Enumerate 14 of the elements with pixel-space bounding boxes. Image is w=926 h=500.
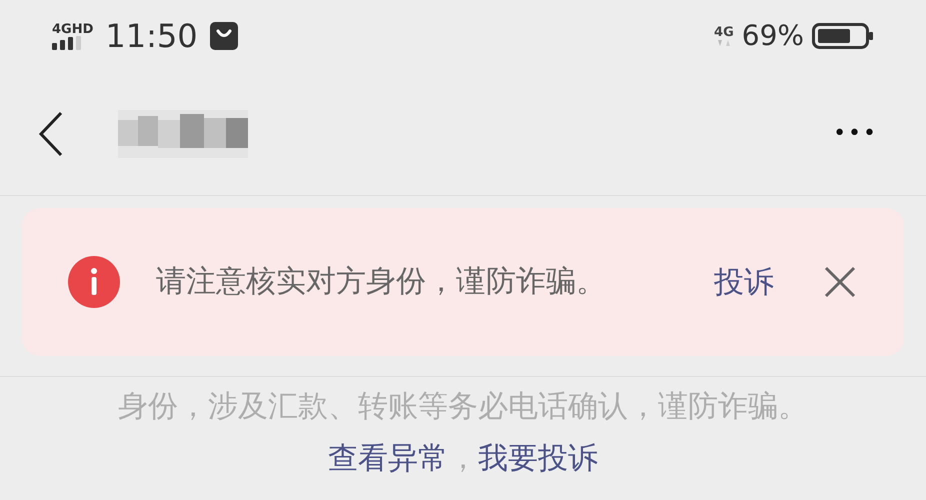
notice-link[interactable]: 我要投诉 [478,441,598,476]
close-button[interactable] [822,264,858,300]
warning-message: 请注意核实对方身份，谨防诈骗。 [156,263,607,301]
signal-indicator: 4GHD [52,22,94,50]
battery-percent: 69% [742,22,804,50]
mobile-data-indicator: 4G [714,26,734,46]
more-button[interactable]: ••• [833,122,878,144]
notice-text: 身份，涉及汇款、转账等务必电话确认，谨防诈骗。 查看异常，我要投诉 [117,388,809,478]
notice-link[interactable]: 查看异常 [328,441,448,476]
bag-icon [210,22,238,50]
status-time: 11:50 [105,20,198,52]
battery-icon [812,23,874,49]
info-icon [68,256,120,308]
report-link[interactable]: 投诉 [714,260,774,304]
